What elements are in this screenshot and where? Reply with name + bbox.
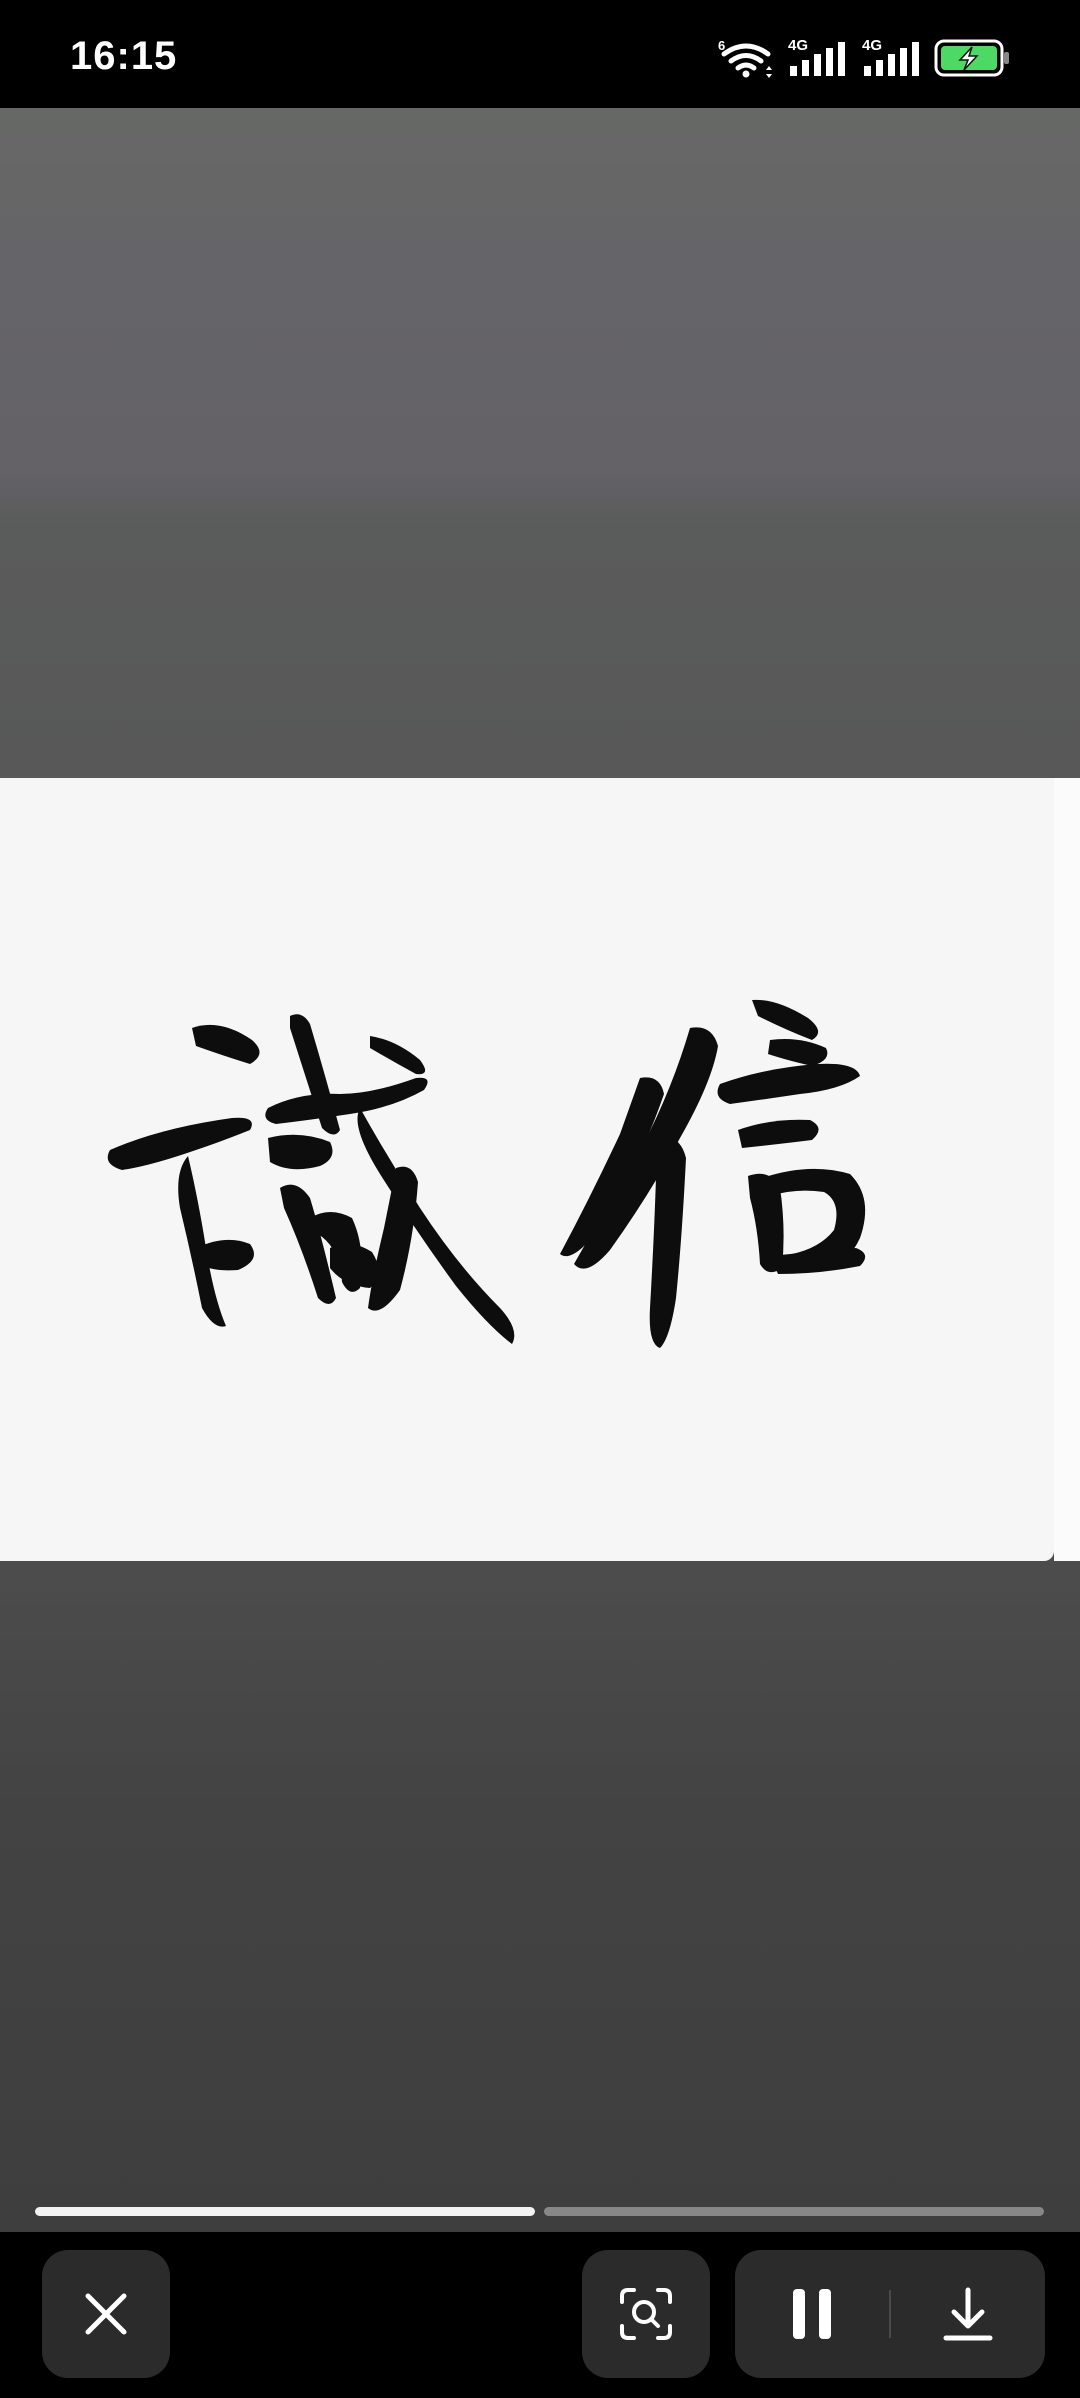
pause-button[interactable] — [735, 2250, 889, 2378]
cellular-signal-icon-1: 4G — [788, 37, 845, 76]
control-bar — [0, 2232, 1080, 2398]
story-image: 誠信 — [0, 778, 1054, 1561]
battery-charging-icon — [934, 39, 1009, 77]
download-button[interactable] — [891, 2250, 1045, 2378]
sim2-label: 4G — [862, 37, 882, 54]
wifi-badge: 6 — [718, 38, 725, 53]
status-icons: 6 4G 4G — [716, 37, 1012, 78]
download-icon — [943, 2287, 993, 2341]
pause-icon — [793, 2289, 831, 2339]
cellular-signal-icon-2: 4G — [862, 37, 919, 76]
image-edge — [1054, 778, 1080, 1561]
sim1-label: 4G — [788, 37, 808, 54]
status-bar: 16:15 6 4G 4G — [0, 0, 1080, 108]
close-icon — [85, 2293, 127, 2335]
progress-segment-1 — [35, 2207, 535, 2216]
image-search-button[interactable] — [582, 2250, 710, 2378]
progress-segment-2 — [544, 2207, 1044, 2216]
clock: 16:15 — [70, 34, 178, 78]
close-button[interactable] — [42, 2250, 170, 2378]
progress-fill-1 — [35, 2207, 535, 2216]
playback-controls — [735, 2250, 1045, 2378]
image-search-icon — [620, 2288, 672, 2340]
calligraphy-artwork — [107, 999, 866, 1348]
wifi-6-icon: 6 — [718, 38, 772, 78]
